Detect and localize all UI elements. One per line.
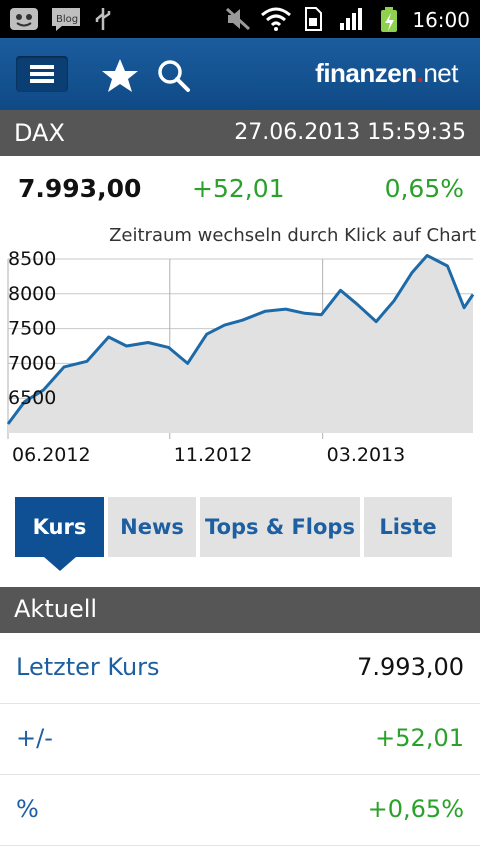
tab-liste[interactable]: Liste <box>364 497 452 557</box>
price-change-percent: 0,65% <box>384 174 464 203</box>
row-label: Letzter Kurs <box>16 653 160 681</box>
y-tick-label: 8500 <box>8 248 56 270</box>
tab-tops-flops[interactable]: Tops & Flops <box>200 497 360 557</box>
menu-button[interactable] <box>16 56 68 92</box>
x-tick-label: 03.2013 <box>327 444 406 466</box>
y-tick-label: 8000 <box>8 283 56 305</box>
section-header: Aktuell <box>0 587 480 633</box>
y-tick-label: 6500 <box>8 387 56 409</box>
status-time: 16:00 <box>412 8 470 32</box>
row-value: +0,65% <box>367 795 464 823</box>
notification-icon <box>10 8 38 30</box>
instrument-header: DAX 27.06.2013 15:59:35 <box>0 110 480 156</box>
wifi-icon <box>261 7 291 31</box>
y-tick-label: 7500 <box>8 318 56 340</box>
battery-charging-icon <box>381 7 397 32</box>
chart-area <box>8 255 473 433</box>
instrument-name: DAX <box>14 119 65 147</box>
app-bar: finanzen.net <box>0 38 480 110</box>
chart-hint: Zeitraum wechseln durch Klick auf Chart <box>109 225 476 246</box>
tab-kurs[interactable]: Kurs <box>15 497 104 557</box>
finanzen-net-logo[interactable]: finanzen.net <box>315 58 458 89</box>
quote-summary: 7.993,00 +52,01 0,65% <box>0 156 480 224</box>
row-label: +/- <box>16 724 53 752</box>
signal-icon <box>340 8 362 30</box>
row-value: 7.993,00 <box>357 653 464 681</box>
search-icon[interactable] <box>156 58 192 94</box>
svg-text:Blog: Blog <box>56 14 78 25</box>
dax-chart[interactable]: 8500 8000 7500 7000 6500 06.2012 11.2012 03.201… <box>0 245 480 467</box>
tab-news[interactable]: News <box>108 497 196 557</box>
active-tab-indicator <box>44 557 76 571</box>
x-tick-label: 11.2012 <box>174 444 253 466</box>
y-tick-label: 7000 <box>8 352 56 374</box>
quote-datetime: 27.06.2013 15:59:35 <box>234 120 466 145</box>
tab-bar: Kurs News Tops & Flops Liste <box>0 497 480 577</box>
x-tick-label: 06.2012 <box>12 444 91 466</box>
row-value: +52,01 <box>375 724 464 752</box>
mute-icon <box>225 7 251 31</box>
menu-icon <box>30 65 54 83</box>
star-icon[interactable] <box>100 56 140 96</box>
price-change: +52,01 <box>192 174 285 203</box>
sim-icon <box>305 7 322 31</box>
last-price: 7.993,00 <box>18 174 142 203</box>
blog-icon: Blog <box>52 8 80 31</box>
row-letzter-kurs: Letzter Kurs 7.993,00 <box>0 633 480 704</box>
status-bar: Blog 16:00 <box>0 0 480 38</box>
row-change: +/- +52,01 <box>0 704 480 775</box>
section-title: Aktuell <box>14 595 98 623</box>
usb-icon <box>95 8 111 30</box>
row-label: % <box>16 795 39 823</box>
row-percent: % +0,65% <box>0 775 480 846</box>
